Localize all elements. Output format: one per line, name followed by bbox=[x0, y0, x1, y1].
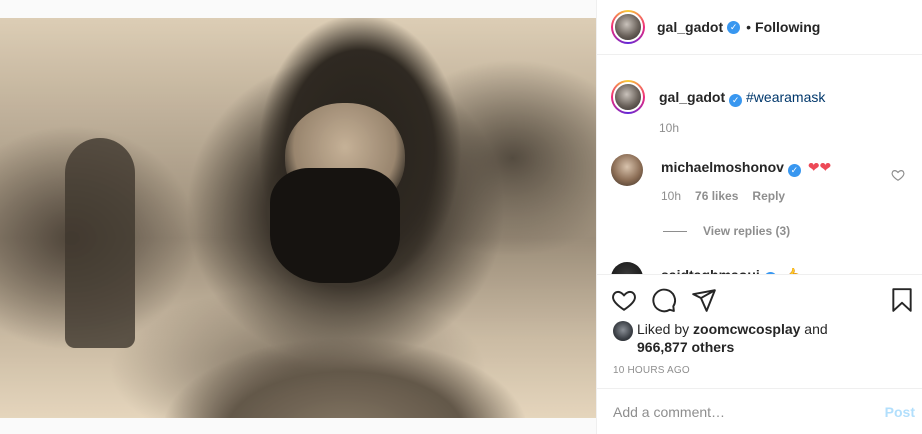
verified-badge-icon: ✓ bbox=[727, 20, 741, 34]
caption-time[interactable]: 10h bbox=[659, 121, 679, 135]
save-bookmark-icon[interactable] bbox=[889, 287, 915, 313]
likes-and: and bbox=[800, 321, 828, 337]
post-media-area bbox=[0, 0, 596, 434]
post-comment-button[interactable]: Post bbox=[877, 404, 915, 420]
comment-text: 👍 bbox=[783, 267, 802, 275]
comments-list[interactable]: gal_gadot ✓ #wearamask 10h michaelmoshono… bbox=[597, 56, 922, 275]
comment-content: saidtaghmaoui✓ 👍 bbox=[661, 262, 802, 275]
author-avatar[interactable] bbox=[611, 10, 645, 44]
comment-likes[interactable]: 76 likes bbox=[695, 189, 738, 203]
view-replies-rule bbox=[663, 230, 687, 232]
reply-button[interactable]: Reply bbox=[752, 189, 785, 203]
comment-text: ❤❤ bbox=[807, 159, 832, 175]
comment-line: michaelmoshonov ✓ ❤❤ bbox=[661, 158, 831, 177]
verified-badge-icon: ✓ bbox=[787, 163, 801, 177]
comment-content: michaelmoshonov ✓ ❤❤ 10h 76 likes Reply bbox=[661, 154, 831, 203]
caption-author-avatar[interactable] bbox=[611, 80, 645, 114]
caption-line: gal_gadot ✓ #wearamask bbox=[659, 88, 825, 107]
post-header: gal_gadot ✓ • Following bbox=[597, 0, 922, 55]
liker-username[interactable]: zoomcwcosplay bbox=[693, 321, 800, 337]
caption-avatar-image bbox=[613, 82, 643, 112]
verified-badge-icon: ✓ bbox=[763, 271, 777, 274]
post-photo[interactable] bbox=[0, 18, 596, 418]
photo-subject-body bbox=[165, 273, 525, 418]
caption-hashtag[interactable]: #wearamask bbox=[746, 89, 825, 105]
comment-item: saidtaghmaoui✓ 👍 bbox=[611, 262, 802, 275]
post-actions-bar bbox=[597, 276, 922, 324]
comment-meta: 10h 76 likes Reply bbox=[661, 189, 831, 203]
post-side-panel: gal_gadot ✓ • Following gal_gadot ✓ #wear… bbox=[596, 0, 922, 434]
liker-avatar[interactable] bbox=[613, 321, 633, 341]
comment-line: saidtaghmaoui✓ 👍 bbox=[661, 266, 802, 275]
commenter-username[interactable]: michaelmoshonov bbox=[661, 159, 784, 175]
commenter-avatar[interactable] bbox=[611, 154, 643, 186]
view-replies-button[interactable]: View replies (3) bbox=[663, 224, 790, 238]
author-username[interactable]: gal_gadot bbox=[657, 19, 723, 35]
comment-item: michaelmoshonov ✓ ❤❤ 10h 76 likes Reply bbox=[611, 154, 831, 203]
comment-bubble-icon[interactable] bbox=[651, 287, 677, 313]
comment-time[interactable]: 10h bbox=[661, 189, 681, 203]
author-avatar-image bbox=[613, 12, 643, 42]
add-comment-bar: Post bbox=[597, 388, 922, 434]
commenter-username[interactable]: saidtaghmaoui bbox=[661, 267, 760, 274]
caption-item: gal_gadot ✓ #wearamask 10h bbox=[611, 80, 825, 135]
commenter-avatar[interactable] bbox=[611, 262, 643, 274]
likes-text: Liked by zoomcwcosplay and 966,877 other… bbox=[637, 320, 828, 356]
comment-like-heart-icon[interactable] bbox=[891, 168, 905, 182]
photo-background-figure bbox=[65, 138, 135, 348]
likes-prefix: Liked by bbox=[637, 321, 694, 337]
share-paper-plane-icon[interactable] bbox=[691, 287, 717, 313]
post-timestamp[interactable]: 10 HOURS AGO bbox=[613, 365, 690, 376]
photo-subject-mask bbox=[270, 168, 400, 283]
caption-meta: 10h bbox=[659, 121, 825, 135]
likes-summary: Liked by zoomcwcosplay and 966,877 other… bbox=[613, 320, 828, 356]
caption-content: gal_gadot ✓ #wearamask 10h bbox=[659, 80, 825, 135]
likes-count[interactable]: 966,877 others bbox=[637, 339, 734, 355]
like-heart-icon[interactable] bbox=[611, 287, 637, 313]
view-replies-label: View replies (3) bbox=[703, 224, 791, 238]
comment-input[interactable] bbox=[613, 403, 877, 420]
following-button[interactable]: Following bbox=[755, 19, 820, 35]
caption-username[interactable]: gal_gadot bbox=[659, 89, 725, 105]
verified-badge-icon: ✓ bbox=[729, 93, 743, 107]
header-separator: • bbox=[746, 19, 752, 35]
